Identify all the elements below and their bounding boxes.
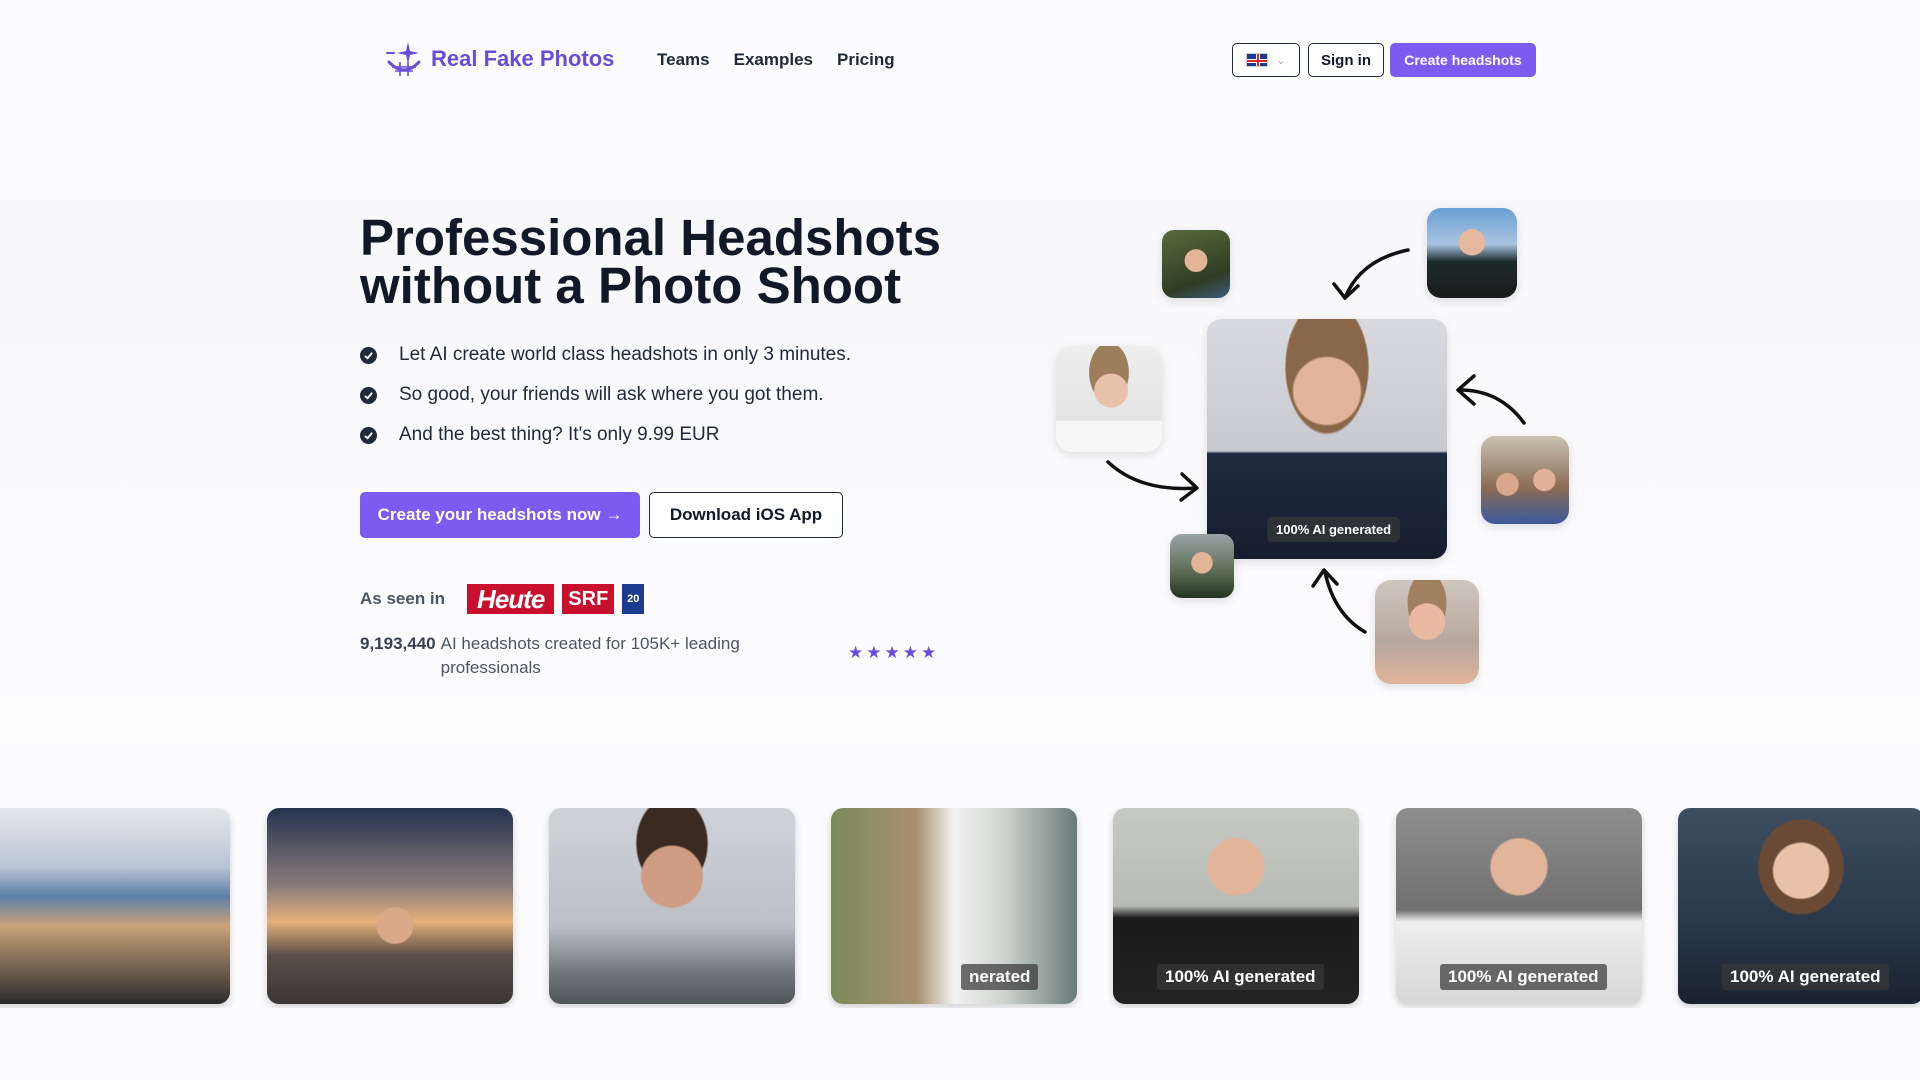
hero-title: Professional Headshots without a Photo S… — [360, 212, 980, 311]
stats-line: 9,193,440 AI headshots created for 105K+… — [360, 632, 820, 680]
input-selfie-photo — [1162, 230, 1230, 298]
ai-generated-badge: 100% AI generated — [1157, 964, 1324, 990]
arrow-icon — [1323, 570, 1367, 634]
star-icon: ★ — [884, 643, 900, 662]
as-seen-label: As seen in — [360, 589, 446, 608]
as-seen-in: As seen in Heute SRF 20 — [360, 584, 645, 614]
create-your-headshots-button[interactable]: Create your headshots now → — [360, 492, 640, 538]
check-circle-icon — [360, 386, 377, 404]
star-icon: ★ — [902, 643, 918, 662]
uk-flag-icon — [1246, 53, 1269, 67]
input-selfie-photo — [1056, 346, 1162, 452]
arrow-icon — [1458, 388, 1526, 425]
gallery-photo: 100% AI generated — [1113, 808, 1359, 1004]
gallery-photo — [267, 808, 513, 1004]
nav-link-pricing[interactable]: Pricing — [837, 50, 895, 70]
example-gallery: nerated 100% AI generated 100% AI genera… — [0, 808, 1920, 1008]
gallery-photo — [0, 808, 230, 1004]
input-selfie-photo — [1427, 208, 1517, 298]
check-circle-icon — [360, 426, 377, 444]
logo[interactable]: Real Fake Photos — [383, 38, 614, 80]
gallery-photo — [549, 808, 795, 1004]
srf-logo: SRF — [562, 584, 615, 614]
input-selfie-photo — [1375, 580, 1479, 684]
arrow-icon — [1332, 282, 1360, 300]
nav-link-examples[interactable]: Examples — [734, 50, 813, 70]
heute-logo: Heute — [467, 584, 555, 614]
star-icon: ★ — [921, 643, 937, 662]
zdf-logo: 20 — [622, 584, 645, 614]
rating-stars: ★ ★ ★ ★ ★ — [848, 644, 936, 662]
sparkle-smile-icon — [386, 42, 421, 76]
gallery-photo: 100% AI generated — [1678, 808, 1920, 1004]
bullet-text: And the best thing? It's only 9.99 EUR — [399, 424, 720, 445]
brand-name: Real Fake Photos — [431, 46, 615, 71]
gallery-photo: nerated — [831, 808, 1077, 1004]
create-headshots-button[interactable]: Create headshots — [1390, 43, 1536, 77]
bullet-item: Let AI create world class headshots in o… — [360, 335, 851, 375]
bullet-item: So good, your friends will ask where you… — [360, 375, 851, 415]
download-ios-app-button[interactable]: Download iOS App — [649, 492, 843, 538]
language-selector[interactable]: ⌄ — [1232, 43, 1300, 77]
top-nav: Real Fake Photos Teams Examples Pricing … — [0, 0, 1920, 120]
generated-headshot-photo: 100% AI generated — [1207, 319, 1447, 559]
star-icon: ★ — [866, 643, 882, 662]
feature-bullets: Let AI create world class headshots in o… — [360, 335, 851, 455]
chevron-down-icon: ⌄ — [1276, 54, 1286, 67]
stats-text: AI headshots created for 105K+ leading p… — [440, 634, 740, 677]
nav-links: Teams Examples Pricing — [657, 50, 895, 70]
ai-generated-badge: 100% AI generated — [1267, 517, 1401, 542]
press-logos: Heute SRF 20 — [467, 584, 645, 614]
bullet-text: Let AI create world class headshots in o… — [399, 344, 852, 365]
check-circle-icon — [360, 346, 377, 364]
hero-title-line2: without a Photo Shoot — [360, 257, 902, 314]
star-icon: ★ — [848, 643, 864, 662]
bullet-text: So good, your friends will ask where you… — [399, 384, 824, 405]
sign-in-button[interactable]: Sign in — [1308, 43, 1384, 77]
input-selfie-photo — [1170, 534, 1234, 598]
gallery-photo: 100% AI generated — [1396, 808, 1642, 1004]
bullet-item: And the best thing? It's only 9.99 EUR — [360, 415, 851, 455]
stats-number: 9,193,440 — [360, 634, 436, 653]
ai-generated-badge: 100% AI generated — [1440, 964, 1607, 990]
nav-link-teams[interactable]: Teams — [657, 50, 710, 70]
ai-generated-badge: 100% AI generated — [1722, 964, 1889, 990]
ai-generated-badge: nerated — [961, 964, 1039, 990]
input-selfie-photo — [1481, 436, 1569, 524]
